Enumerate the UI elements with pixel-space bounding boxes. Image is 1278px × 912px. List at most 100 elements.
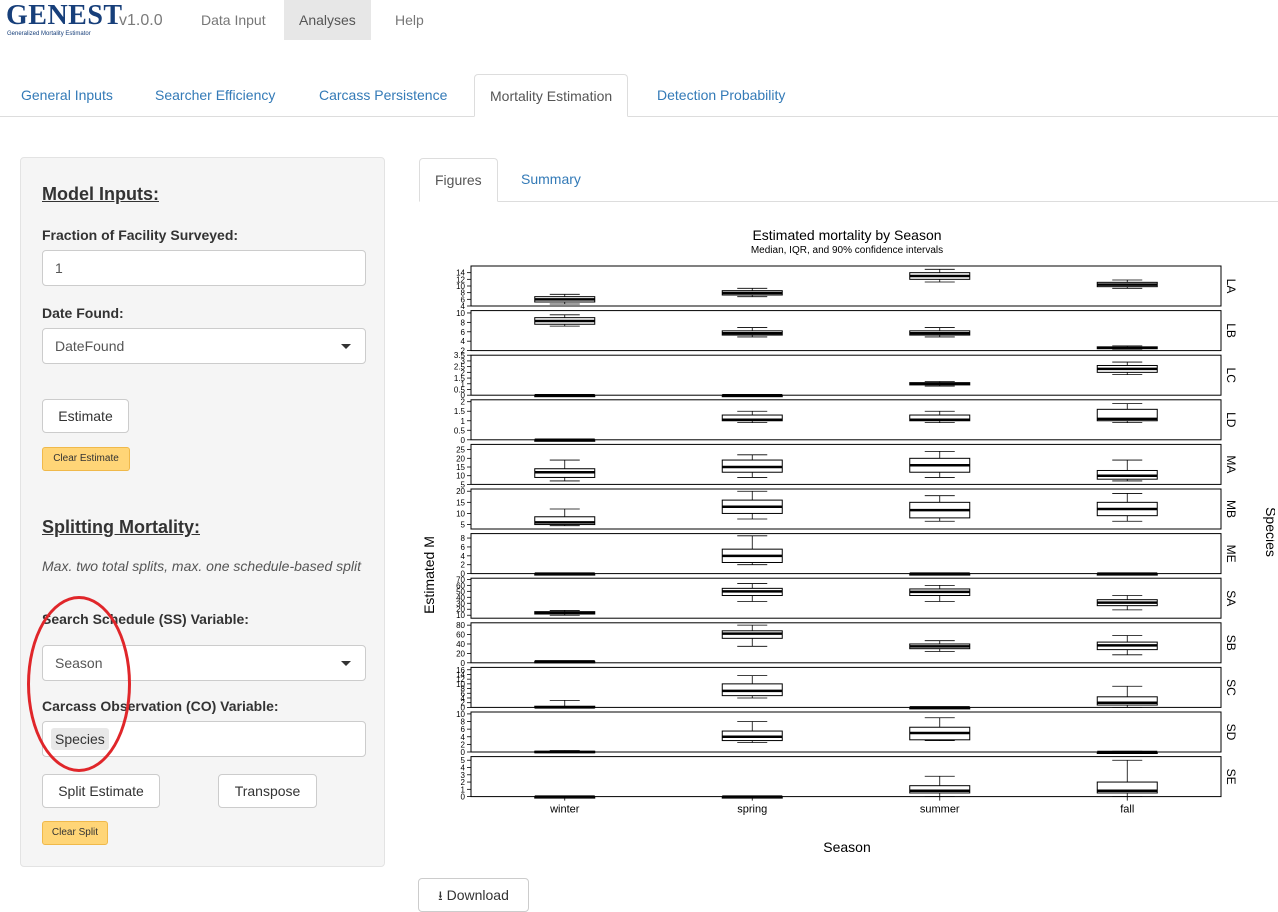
strip-label: SE — [1224, 769, 1238, 785]
chart-subtitle: Median, IQR, and 90% confidence interval… — [751, 245, 943, 256]
y-tick-label: 3.5 — [454, 351, 466, 360]
x-axis-label: Season — [823, 839, 870, 855]
y-tick-label: 20 — [456, 649, 465, 658]
splitting-heading: Splitting Mortality: — [42, 517, 200, 537]
y-tick-label: 2 — [461, 561, 466, 570]
nav-data-input[interactable]: Data Input — [186, 0, 281, 40]
y-tick-label: 20 — [456, 487, 465, 496]
sidebar-panel: Model Inputs: Fraction of Facility Surve… — [20, 157, 385, 867]
y-tick-label: 10 — [456, 309, 465, 318]
tab-detection-probability[interactable]: Detection Probability — [642, 74, 800, 115]
navbar: GENEST Generalized Mortality Estimator v… — [0, 0, 1278, 40]
tab-carcass-persistence[interactable]: Carcass Persistence — [304, 74, 462, 115]
y-tick-label: 0 — [461, 436, 466, 445]
x-tick-label: fall — [1120, 804, 1134, 816]
y-tick-label: 15 — [456, 463, 465, 472]
ss-variable-select[interactable]: Season — [42, 645, 366, 681]
x-tick-label: summer — [920, 804, 960, 816]
y-tick-label: 4 — [461, 337, 466, 346]
panel-frame — [470, 711, 1222, 753]
strip-label: MB — [1224, 500, 1238, 518]
splitting-help-text: Max. two total splits, max. one schedule… — [42, 558, 362, 574]
strip-label: SB — [1224, 635, 1238, 651]
y-tick-label: 80 — [456, 621, 465, 630]
y-tick-label: 16 — [456, 666, 465, 675]
chevron-down-icon — [341, 661, 351, 666]
clear-split-button[interactable]: Clear Split — [42, 821, 108, 845]
x-tick-label: spring — [737, 804, 767, 816]
y-tick-label: 1.5 — [454, 407, 466, 416]
tab-mortality-estimation[interactable]: Mortality Estimation — [474, 74, 629, 117]
y-tick-label: 0.5 — [454, 426, 466, 435]
ss-variable-label: Search Schedule (SS) Variable: — [42, 611, 249, 627]
strip-label: LD — [1224, 412, 1238, 428]
nav-help[interactable]: Help — [380, 0, 439, 40]
date-found-select[interactable]: DateFound — [42, 328, 366, 364]
strip-label: LC — [1224, 368, 1238, 384]
y-tick-label: 8 — [461, 534, 466, 543]
facet-label: Species — [1263, 507, 1275, 557]
mortality-boxplot: Estimated mortality by Season Median, IQ… — [415, 222, 1278, 862]
panel-frame — [470, 533, 1222, 575]
analysis-tabs: General Inputs Searcher Efficiency Carca… — [0, 74, 1278, 117]
strip-label: LB — [1224, 323, 1238, 338]
logo-subtitle: Generalized Mortality Estimator — [7, 31, 91, 37]
co-variable-label: Carcass Observation (CO) Variable: — [42, 698, 279, 714]
y-tick-label: 15 — [456, 498, 465, 507]
y-tick-label: 4 — [461, 552, 466, 561]
clear-estimate-button[interactable]: Clear Estimate — [42, 447, 130, 471]
tab-searcher-efficiency[interactable]: Searcher Efficiency — [140, 74, 290, 115]
transpose-button[interactable]: Transpose — [218, 774, 317, 808]
date-found-label: Date Found: — [42, 305, 124, 321]
tab-figures[interactable]: Figures — [419, 158, 498, 202]
estimate-button[interactable]: Estimate — [42, 399, 129, 433]
tab-general-inputs[interactable]: General Inputs — [6, 74, 128, 115]
y-tick-label: 60 — [456, 631, 465, 640]
y-tick-label: 10 — [456, 509, 465, 518]
model-inputs-heading: Model Inputs: — [42, 184, 159, 204]
y-tick-label: 8 — [461, 318, 466, 327]
y-tick-label: 20 — [456, 454, 465, 463]
download-icon: ⭳ — [438, 888, 443, 903]
y-axis-label: Estimated M — [421, 536, 437, 614]
strip-label: SA — [1224, 590, 1238, 606]
strip-label: MA — [1224, 455, 1238, 473]
co-variable-chip[interactable]: Species — [51, 728, 109, 750]
strip-label: LA — [1224, 279, 1238, 294]
y-tick-label: 10 — [456, 710, 465, 719]
y-tick-label: 10 — [456, 472, 465, 481]
panel-frame — [470, 354, 1222, 396]
ss-variable-value: Season — [55, 655, 103, 671]
chart-title: Estimated mortality by Season — [752, 227, 941, 243]
x-tick-label: winter — [549, 804, 580, 816]
panel-frame — [470, 310, 1222, 352]
strip-label: ME — [1224, 545, 1238, 563]
fraction-input[interactable]: 1 — [42, 250, 366, 286]
tab-summary[interactable]: Summary — [506, 158, 596, 200]
result-tabs: Figures Summary — [419, 158, 1278, 202]
fraction-label: Fraction of Facility Surveyed: — [42, 227, 239, 243]
y-tick-label: 14 — [456, 269, 465, 278]
fraction-value: 1 — [55, 260, 63, 276]
chart-svg: Estimated mortality by Season Median, IQ… — [421, 227, 1278, 855]
y-tick-label: 5 — [461, 521, 466, 530]
y-tick-label: 6 — [461, 543, 466, 552]
y-tick-label: 70 — [456, 575, 465, 584]
logo-text: GENEST — [6, 0, 123, 31]
y-tick-label: 1 — [461, 417, 466, 426]
genest-logo[interactable]: GENEST Generalized Mortality Estimator — [6, 0, 123, 38]
split-estimate-button[interactable]: Split Estimate — [42, 774, 160, 808]
y-tick-label: 40 — [456, 640, 465, 649]
y-tick-label: 6 — [461, 328, 466, 337]
y-tick-label: 25 — [456, 446, 465, 455]
download-button[interactable]: ⭳ Download — [418, 878, 529, 912]
chevron-down-icon — [341, 344, 351, 349]
download-label: Download — [446, 887, 509, 903]
strip-label: SC — [1224, 679, 1238, 696]
version-label: v1.0.0 — [119, 12, 163, 29]
y-tick-label: 2 — [461, 398, 466, 407]
date-found-value: DateFound — [55, 338, 125, 354]
y-tick-label: 5 — [461, 756, 466, 765]
co-variable-select[interactable]: Species — [42, 721, 366, 757]
nav-analyses[interactable]: Analyses — [284, 0, 371, 40]
